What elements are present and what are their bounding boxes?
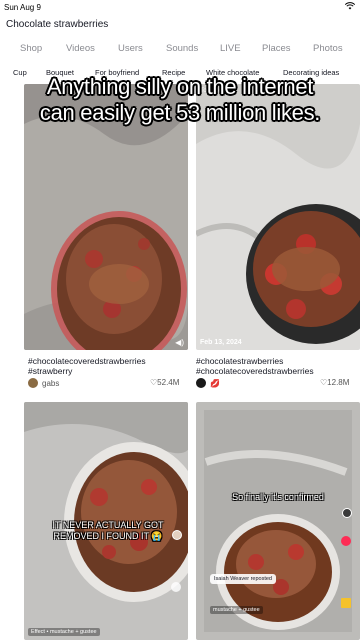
like-icon[interactable] (341, 536, 351, 546)
tab-places[interactable]: Places (262, 43, 291, 54)
avatar[interactable] (28, 378, 38, 388)
date-badge: Feb 13, 2024 (200, 339, 242, 346)
description-line: #chocolatestrawberries (196, 356, 284, 366)
author-name[interactable]: gabs (42, 379, 59, 388)
tab-live[interactable]: LIVE (220, 43, 241, 54)
repost-label: Isaiah Weaver reposted (210, 574, 276, 584)
sound-icon[interactable]: ◀) (175, 338, 184, 347)
search-query[interactable]: Chocolate strawberries (6, 19, 108, 30)
search-bar[interactable]: Chocolate strawberries (0, 14, 360, 38)
video-card[interactable]: Top liked Feb 13, 2024 #chocolatestrawbe… (196, 84, 360, 394)
likes-value: 52.4M (157, 378, 180, 387)
avatar[interactable] (196, 378, 206, 388)
video-thumbnail[interactable]: IT NEVER ACTUALLY GOT REMOVED I FOUND IT… (24, 402, 188, 640)
tab-users[interactable]: Users (118, 43, 143, 54)
likes-value: 12.8M (327, 378, 350, 387)
video-overlay-text: So finally it's confirmed (232, 492, 324, 502)
overlay-caption-line1: Anything silly on the internet (46, 74, 314, 99)
overlay-text-line: IT NEVER ACTUALLY GOT (52, 520, 164, 530)
video-thumbnail[interactable]: So finally it's confirmed Isaiah Weaver … (196, 402, 360, 640)
wifi-icon (345, 2, 355, 10)
video-card[interactable]: IT NEVER ACTUALLY GOT REMOVED I FOUND IT… (24, 402, 188, 640)
author[interactable]: 💋 (196, 378, 220, 388)
tab-videos[interactable]: Videos (66, 43, 95, 54)
search-tabs: Shop Videos Users Sounds LIVE Places Pho… (0, 40, 360, 62)
status-time: Sun Aug 9 (4, 3, 41, 12)
effect-label[interactable]: mustache + gustee (210, 606, 263, 614)
share-icon[interactable] (171, 582, 181, 592)
overlay-caption-line2: can easily get 53 million likes. (39, 100, 321, 125)
video-overlay-text: IT NEVER ACTUALLY GOT REMOVED I FOUND IT… (38, 520, 178, 542)
video-description: #chocolatestrawberries #chocolatecovered… (196, 356, 314, 376)
tab-photos[interactable]: Photos (313, 43, 343, 54)
video-description: #chocolatecoveredstrawberries #strawberr… (28, 356, 146, 376)
description-line: #chocolatecoveredstrawberries (196, 366, 314, 376)
likes-count: ♡52.4M (150, 378, 179, 387)
creator-avatar[interactable] (342, 508, 352, 518)
video-card[interactable]: ◀) #chocolatecoveredstrawberries #strawb… (24, 84, 188, 394)
likes-count: ♡12.8M (320, 378, 349, 387)
thumbnail-image (196, 402, 360, 640)
status-bar: Sun Aug 9 (0, 0, 360, 14)
author[interactable]: gabs (28, 378, 59, 388)
bookmark-icon[interactable] (341, 598, 351, 608)
video-card[interactable]: So finally it's confirmed Isaiah Weaver … (196, 402, 360, 640)
tab-sounds[interactable]: Sounds (166, 43, 198, 54)
overlay-caption: Anything silly on the internet can easil… (0, 74, 360, 126)
tab-shop[interactable]: Shop (20, 43, 42, 54)
description-line: #strawberry (28, 366, 73, 376)
description-line: #chocolatecoveredstrawberries (28, 356, 146, 366)
author-name[interactable]: 💋 (210, 379, 220, 388)
effect-label[interactable]: Effect • mustache + gustee (28, 628, 100, 636)
overlay-text-line: REMOVED I FOUND IT 😭 (53, 531, 163, 541)
